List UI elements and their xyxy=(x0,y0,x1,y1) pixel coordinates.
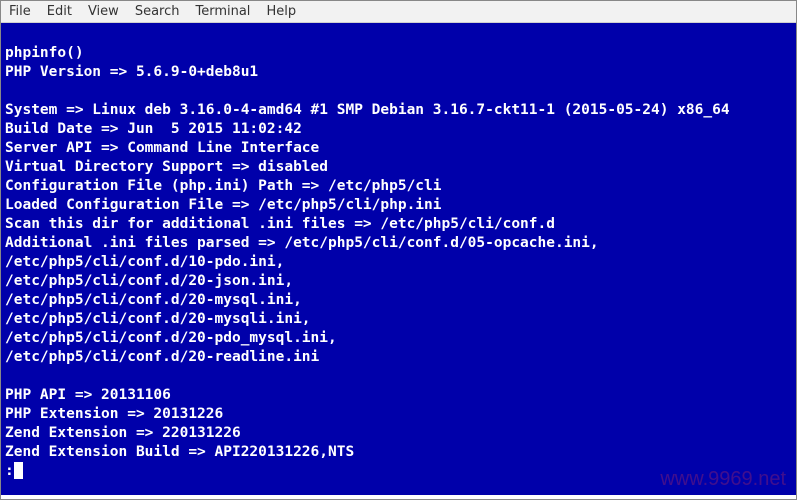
terminal-line: /etc/php5/cli/conf.d/10-pdo.ini, xyxy=(5,254,284,270)
terminal-line: Virtual Directory Support => disabled xyxy=(5,159,328,175)
terminal-line: /etc/php5/cli/conf.d/20-mysqli.ini, xyxy=(5,311,311,327)
menu-search[interactable]: Search xyxy=(135,4,180,19)
terminal-line: /etc/php5/cli/conf.d/20-json.ini, xyxy=(5,273,293,289)
terminal-line: Build Date => Jun 5 2015 11:02:42 xyxy=(5,121,302,137)
terminal-line: /etc/php5/cli/conf.d/20-mysql.ini, xyxy=(5,292,302,308)
terminal-line: PHP Extension => 20131226 xyxy=(5,406,223,422)
menu-file[interactable]: File xyxy=(9,4,31,19)
terminal-line: /etc/php5/cli/conf.d/20-pdo_mysql.ini, xyxy=(5,330,337,346)
terminal-line: System => Linux deb 3.16.0-4-amd64 #1 SM… xyxy=(5,102,730,118)
terminal-line: PHP API => 20131106 xyxy=(5,387,171,403)
terminal-output[interactable]: phpinfo() PHP Version => 5.6.9-0+deb8u1 … xyxy=(1,23,796,495)
menu-edit[interactable]: Edit xyxy=(47,4,72,19)
terminal-line: phpinfo() xyxy=(5,45,84,61)
menu-help[interactable]: Help xyxy=(266,4,296,19)
terminal-line: Scan this dir for additional .ini files … xyxy=(5,216,555,232)
menubar: File Edit View Search Terminal Help xyxy=(1,1,796,23)
terminal-line: Zend Extension Build => API220131226,NTS xyxy=(5,444,354,460)
terminal-line: Configuration File (php.ini) Path => /et… xyxy=(5,178,442,194)
menu-view[interactable]: View xyxy=(88,4,119,19)
terminal-line: Loaded Configuration File => /etc/php5/c… xyxy=(5,197,442,213)
pager-prompt: : xyxy=(5,463,14,479)
terminal-line: /etc/php5/cli/conf.d/20-readline.ini xyxy=(5,349,319,365)
terminal-line: Server API => Command Line Interface xyxy=(5,140,319,156)
terminal-line: PHP Version => 5.6.9-0+deb8u1 xyxy=(5,64,258,80)
watermark: www.9969.net xyxy=(660,470,786,489)
menu-terminal[interactable]: Terminal xyxy=(195,4,250,19)
terminal-line: Additional .ini files parsed => /etc/php… xyxy=(5,235,599,251)
cursor-icon xyxy=(14,462,23,479)
terminal-line: Zend Extension => 220131226 xyxy=(5,425,241,441)
